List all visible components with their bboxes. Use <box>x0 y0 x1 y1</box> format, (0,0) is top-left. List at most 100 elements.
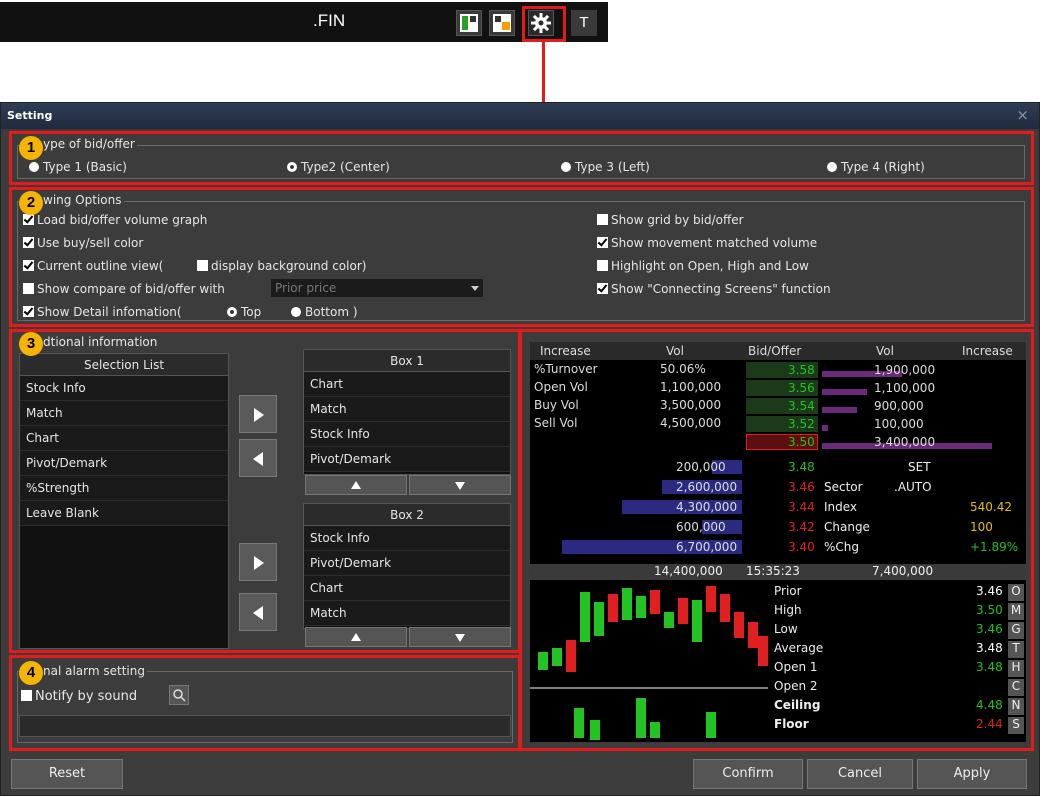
radio-type-4[interactable]: Type 4 (Right) <box>827 160 925 174</box>
shortcut-key[interactable]: H <box>1008 660 1024 677</box>
confirm-button[interactable]: Confirm <box>693 759 803 789</box>
shortcut-key[interactable]: T <box>1008 641 1024 658</box>
arrow-right-icon <box>254 556 264 570</box>
checkbox-volume-graph[interactable]: Load bid/offer volume graph <box>23 213 207 227</box>
price-info-label: Prior <box>774 584 802 598</box>
reset-button[interactable]: Reset <box>11 759 123 789</box>
radio-type-1[interactable]: Type 1 (Basic) <box>29 160 127 174</box>
shortcut-key[interactable]: G <box>1008 622 1024 639</box>
list-item[interactable]: Chart <box>304 576 510 601</box>
gear-icon[interactable] <box>528 10 554 36</box>
remove-from-box2-button[interactable] <box>239 593 277 631</box>
shortcut-key[interactable]: N <box>1008 698 1024 715</box>
box-2-move-up-button[interactable] <box>305 627 407 647</box>
toolbar: .FIN T <box>0 2 608 42</box>
list-item[interactable]: Stock Info <box>304 422 510 447</box>
selection-list: Selection List Stock Info Match Chart Pi… <box>19 353 229 649</box>
arrow-left-icon <box>253 606 263 620</box>
price-info-label: Open 1 <box>774 660 818 674</box>
candle <box>608 594 618 622</box>
box-2-list: Box 2 Stock Info Pivot/Demark Chart Matc… <box>303 503 511 629</box>
list-item[interactable]: Match <box>304 601 510 626</box>
stat-value: 3,500,000 <box>660 398 722 412</box>
list-item[interactable]: Pivot/Demark <box>20 451 228 476</box>
arrow-right-icon <box>254 408 264 422</box>
bid-vol: 200,000 <box>676 460 726 474</box>
candle <box>748 622 758 648</box>
section-4-badge: 4 <box>19 661 43 685</box>
list-item[interactable]: %Strength <box>20 476 228 501</box>
price-info-value: 3.48 <box>976 641 1003 655</box>
radio-detail-bottom[interactable]: Bottom ) <box>291 305 358 319</box>
radio-type-2[interactable]: Type2 (Center) <box>287 160 390 174</box>
shortcut-key[interactable]: C <box>1008 679 1024 696</box>
list-item[interactable]: Stock Info <box>20 376 228 401</box>
selection-list-title: Selection List <box>20 354 228 376</box>
price-info-label: Average <box>774 641 824 655</box>
text-button[interactable]: T <box>571 10 597 36</box>
list-item[interactable]: Leave Blank <box>20 501 228 526</box>
cancel-button[interactable]: Cancel <box>807 759 913 789</box>
list-item[interactable]: Pivot/Demark <box>304 551 510 576</box>
box-1-list: Box 1 Chart Match Stock Info Pivot/Demar… <box>303 349 511 475</box>
shortcut-key[interactable]: M <box>1008 603 1024 620</box>
box-2-move-down-button[interactable] <box>409 627 511 647</box>
header-vol-left: Vol <box>666 344 684 358</box>
checkbox-buy-sell-color[interactable]: Use buy/sell color <box>23 236 143 250</box>
add-to-box1-button[interactable] <box>239 395 277 433</box>
checkbox-grid[interactable]: Show grid by bid/offer <box>597 213 744 227</box>
checkbox-matched-volume[interactable]: Show movement matched volume <box>597 236 817 250</box>
intraday-chart <box>530 586 768 740</box>
box-1-move-up-button[interactable] <box>305 475 407 495</box>
checkbox-connecting-screens[interactable]: Show "Connecting Screens" function <box>597 282 831 296</box>
radio-type-3[interactable]: Type 3 (Left) <box>561 160 650 174</box>
list-item[interactable]: Chart <box>20 426 228 451</box>
checkbox-compare-bid-offer[interactable]: Show compare of bid/offer with <box>23 282 225 296</box>
radio-detail-top[interactable]: Top <box>227 305 261 319</box>
market-info-label: %Chg <box>824 540 860 554</box>
chevron-down-icon <box>471 286 479 291</box>
arrow-up-icon <box>351 633 361 641</box>
shortcut-key[interactable]: S <box>1008 717 1024 734</box>
offer-price: 3.50 <box>788 435 815 449</box>
list-item[interactable]: Pivot/Demark <box>304 447 510 472</box>
checkbox-background-color[interactable]: display background color) <box>197 259 366 273</box>
market-info-value: 100 <box>970 520 993 534</box>
price-info-value: 3.46 <box>976 622 1003 636</box>
search-icon[interactable] <box>169 685 189 705</box>
layout-orange-icon[interactable] <box>489 10 515 36</box>
add-to-box2-button[interactable] <box>239 543 277 581</box>
price-info-label: Low <box>774 622 798 636</box>
shortcut-key[interactable]: O <box>1008 584 1024 601</box>
toolbar-title: .FIN <box>313 11 346 30</box>
header-increase-left: Increase <box>540 344 591 358</box>
offer-price: 3.54 <box>788 399 815 413</box>
dialog-title: Setting <box>7 109 53 122</box>
checkbox-detail-info[interactable]: Show Detail infomation( <box>23 305 182 319</box>
header-increase-right: Increase <box>962 344 1013 358</box>
stat-label: %Turnover <box>534 362 598 376</box>
list-item[interactable]: Chart <box>304 372 510 397</box>
bid-vol: 4,300,000 <box>676 500 738 514</box>
close-icon[interactable]: × <box>1016 106 1029 124</box>
layout-green-icon[interactable] <box>456 10 482 36</box>
bid-vol: 6,700,000 <box>676 540 738 554</box>
list-item[interactable]: Match <box>304 397 510 422</box>
compare-select[interactable]: Prior price <box>271 279 483 297</box>
candle <box>566 640 576 672</box>
apply-button[interactable]: Apply <box>917 759 1027 789</box>
checkbox-highlight-ohl[interactable]: Highlight on Open, High and Low <box>597 259 809 273</box>
list-item[interactable]: Match <box>20 401 228 426</box>
candle <box>580 592 590 642</box>
list-item[interactable]: Stock Info <box>304 526 510 551</box>
candle <box>758 636 768 666</box>
box-1-move-down-button[interactable] <box>409 475 511 495</box>
offer-vol: 100,000 <box>874 417 924 431</box>
checkbox-outline-view[interactable]: Current outline view( <box>23 259 163 273</box>
sound-file-field[interactable] <box>19 715 511 737</box>
section-2-badge: 2 <box>19 191 43 215</box>
remove-from-box1-button[interactable] <box>239 439 277 477</box>
price-info-value: 3.48 <box>976 660 1003 674</box>
viewing-options-label: wing Options <box>41 193 124 207</box>
checkbox-notify-sound[interactable]: Notify by sound <box>21 689 137 704</box>
